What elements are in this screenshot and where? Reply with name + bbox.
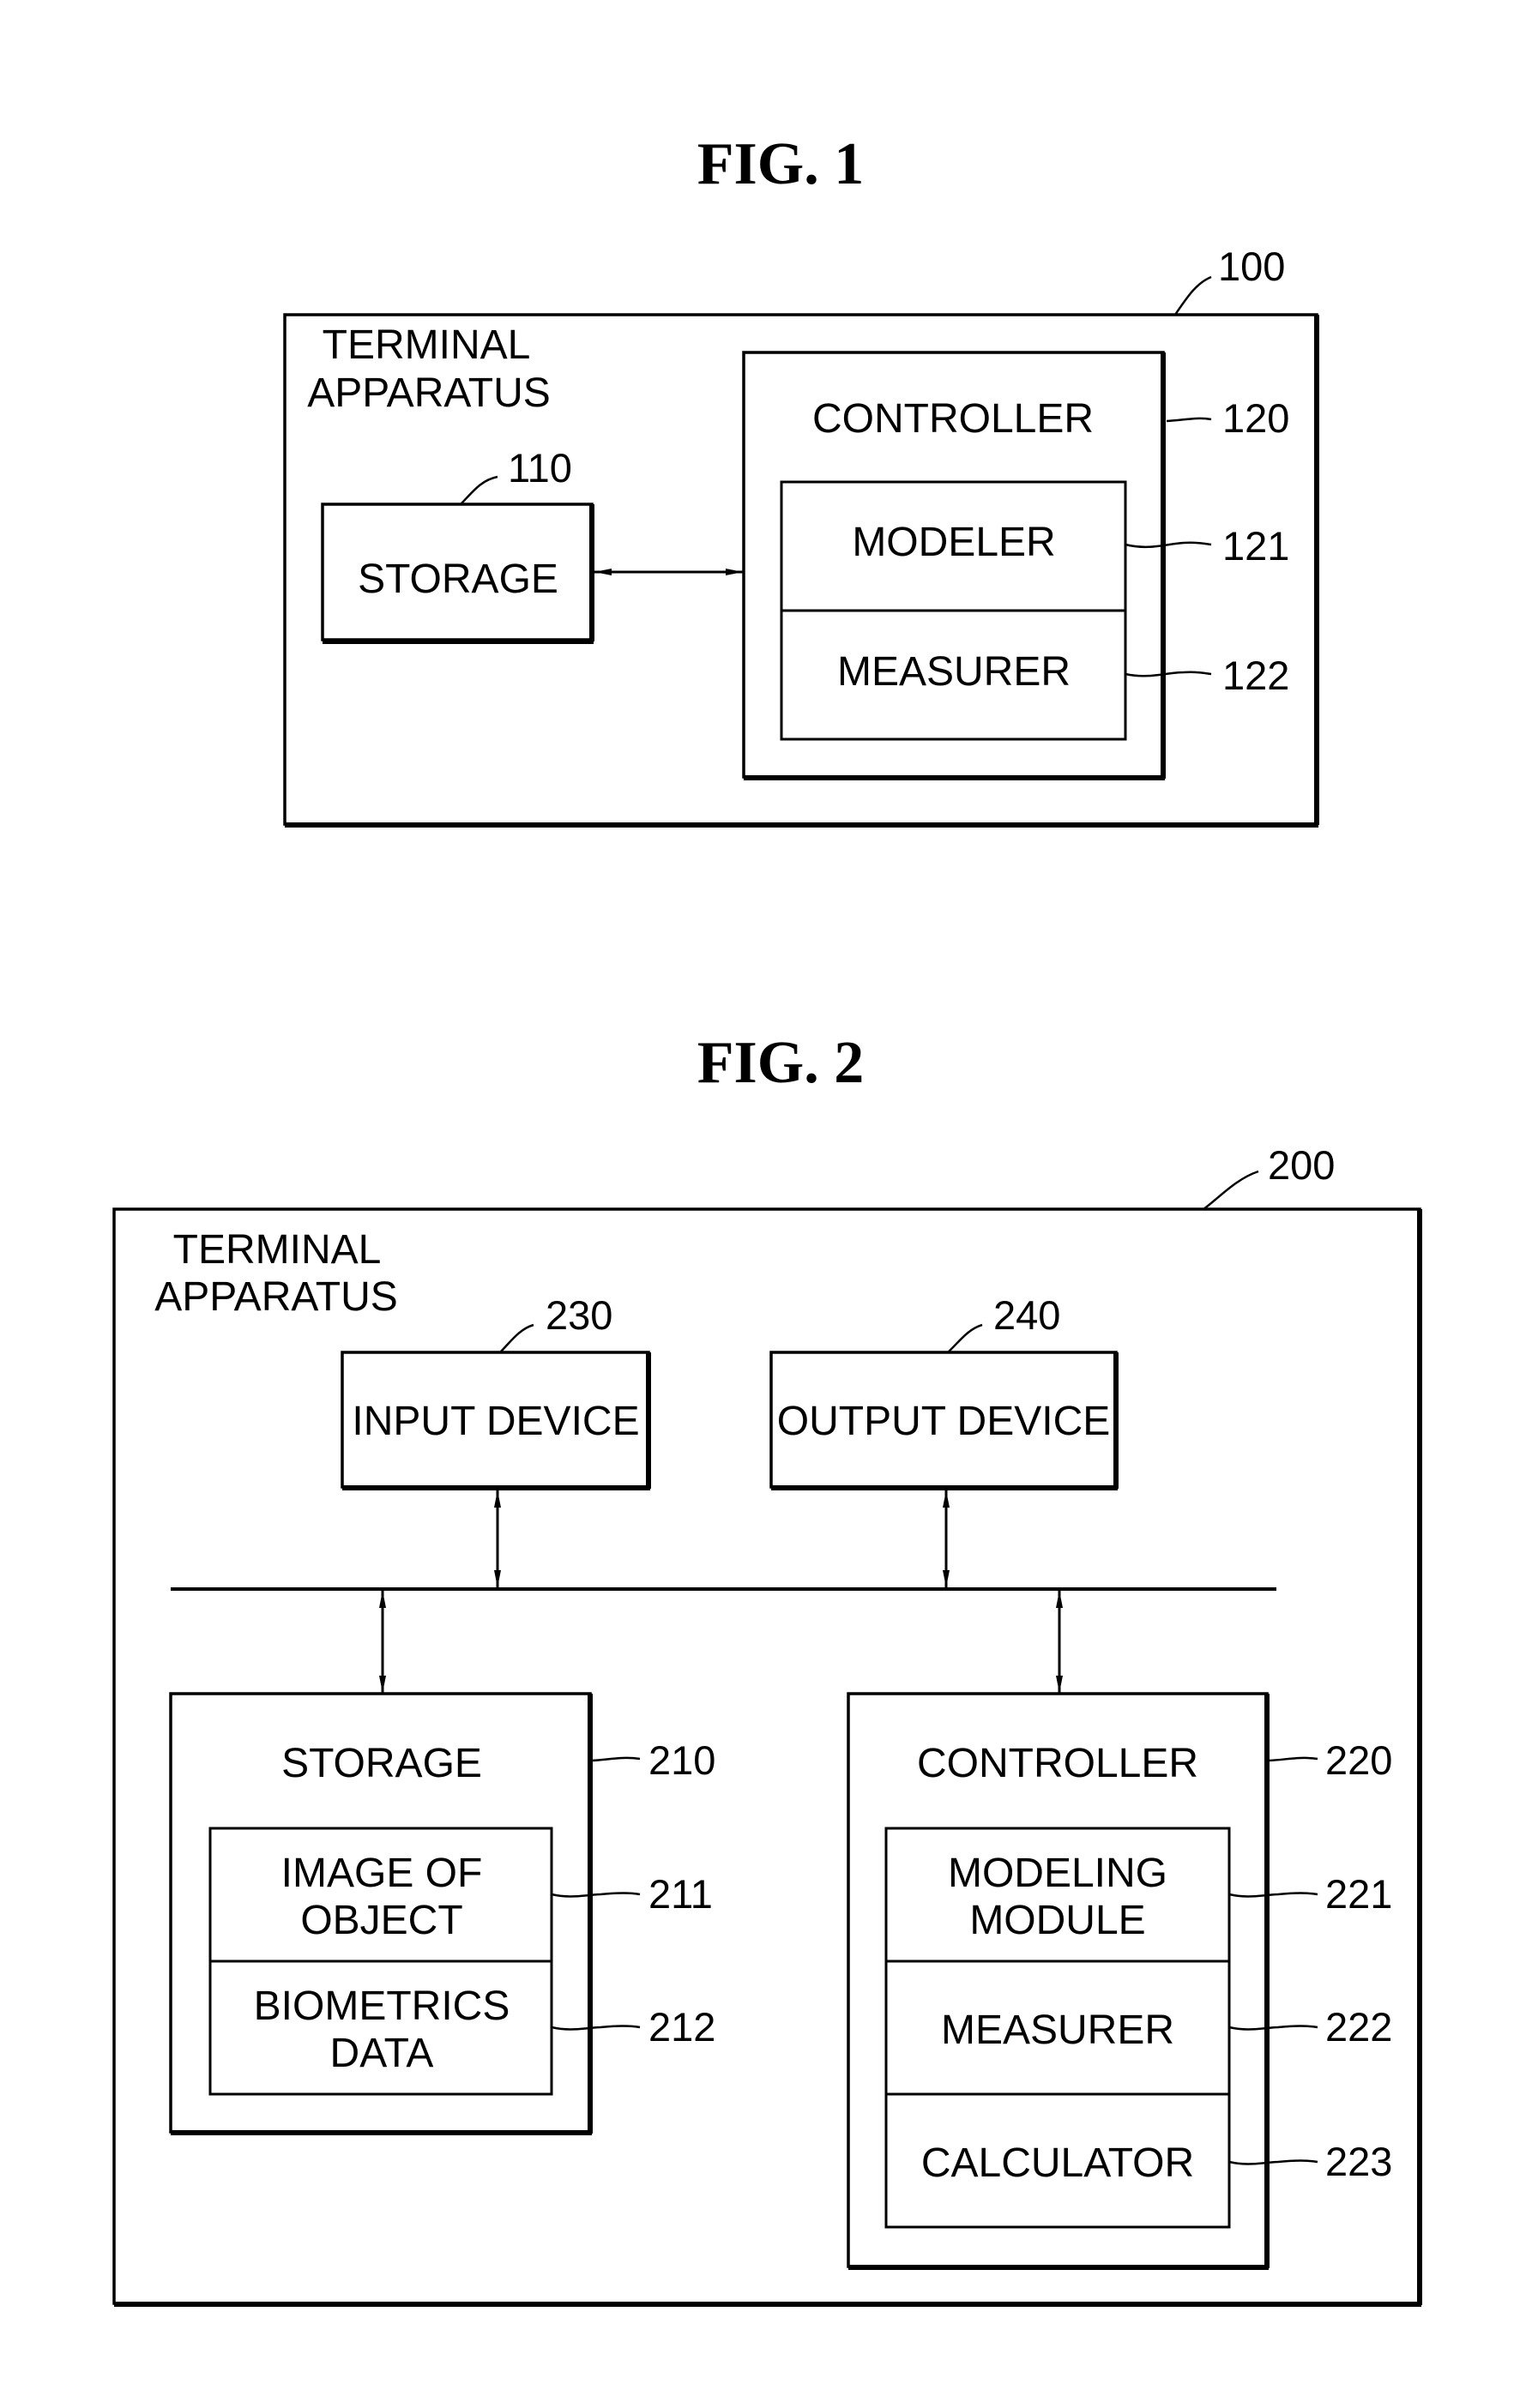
ref-leader-221 <box>1228 1892 1318 1898</box>
ref-leader-230 <box>499 1323 534 1353</box>
biometrics-data-label-line1: BIOMETRICS <box>254 1984 510 2029</box>
ref-number-120: 120 <box>1222 395 1289 441</box>
ref-number-222: 222 <box>1325 2004 1392 2050</box>
figure-1: FIG. 1 TERMINAL APPARATUS 100 STORAGE 11… <box>283 131 1319 828</box>
ref-number-221: 221 <box>1325 1871 1392 1917</box>
ref-leader-211 <box>551 1892 641 1898</box>
ref-leader-122 <box>1125 671 1212 677</box>
input-device-label: INPUT DEVICE <box>352 1399 639 1444</box>
figure-1-title: FIG. 1 <box>697 131 864 197</box>
ref-leader-222 <box>1228 2025 1318 2031</box>
ref-number-122: 122 <box>1222 653 1289 698</box>
modeler-label: MODELER <box>852 520 1055 565</box>
ref-leader-212 <box>551 2025 641 2031</box>
ref-leader-110 <box>460 475 498 505</box>
ref-number-110: 110 <box>508 445 572 491</box>
figure-2-title: FIG. 2 <box>697 1030 864 1096</box>
terminal-apparatus-label-line1: TERMINAL <box>173 1227 382 1273</box>
ref-leader-120 <box>1166 417 1212 423</box>
ref-leader-100 <box>1173 275 1212 316</box>
measurer-label: MEASURER <box>837 649 1071 695</box>
ref-number-220: 220 <box>1325 1737 1392 1783</box>
terminal-apparatus-label-line2: APPARATUS <box>307 370 551 416</box>
ref-number-121: 121 <box>1222 523 1289 569</box>
storage-label: STORAGE <box>281 1741 482 1786</box>
ref-number-100: 100 <box>1218 244 1285 289</box>
controller-label: CONTROLLER <box>812 396 1094 442</box>
ref-number-212: 212 <box>648 2004 715 2050</box>
ref-leader-121 <box>1125 541 1212 549</box>
ref-leader-223 <box>1228 2159 1318 2165</box>
modeling-module-label-line2: MODULE <box>969 1898 1145 1943</box>
image-of-object-label-line1: IMAGE OF <box>281 1851 483 1896</box>
ref-number-211: 211 <box>648 1871 713 1917</box>
ref-number-200: 200 <box>1268 1142 1335 1188</box>
ref-leader-220 <box>1268 1756 1318 1762</box>
ref-leader-240 <box>947 1323 983 1353</box>
terminal-apparatus-label-line1: TERMINAL <box>323 322 531 368</box>
ref-number-223: 223 <box>1325 2139 1392 2184</box>
calculator-label: CALCULATOR <box>921 2140 1194 2186</box>
output-device-label: OUTPUT DEVICE <box>777 1399 1111 1444</box>
modeling-module-label-line1: MODELING <box>948 1851 1167 1896</box>
patent-drawing-sheet: FIG. 1 TERMINAL APPARATUS 100 STORAGE 11… <box>112 131 1422 2307</box>
storage-label: STORAGE <box>358 557 558 602</box>
ref-leader-200 <box>1203 1170 1259 1211</box>
ref-number-240: 240 <box>993 1292 1060 1338</box>
figure-2: FIG. 2 TERMINAL APPARATUS 200 INPUT DEVI… <box>112 1030 1422 2307</box>
image-of-object-label-line2: OBJECT <box>300 1898 462 1943</box>
ref-number-230: 230 <box>546 1292 612 1338</box>
biometrics-data-label-line2: DATA <box>330 2031 434 2076</box>
controller-label: CONTROLLER <box>917 1741 1198 1786</box>
terminal-apparatus-label-line2: APPARATUS <box>154 1274 398 1320</box>
measurer-label: MEASURER <box>941 2008 1174 2053</box>
ref-leader-210 <box>591 1756 641 1762</box>
ref-number-210: 210 <box>648 1737 715 1783</box>
